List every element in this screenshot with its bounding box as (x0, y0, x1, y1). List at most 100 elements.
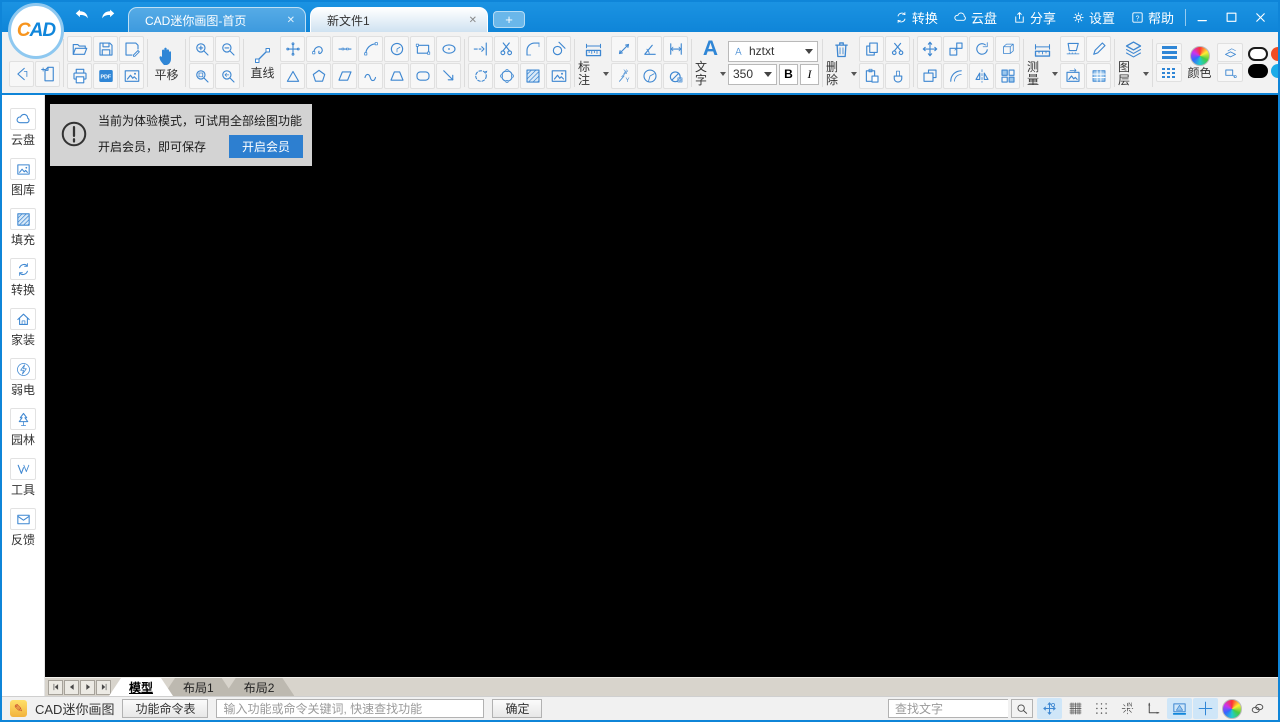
orbit-button[interactable] (995, 36, 1020, 62)
spline-button[interactable] (306, 36, 331, 62)
rectangle-button[interactable] (410, 36, 435, 62)
menu-settings[interactable]: 设置 (1071, 8, 1115, 27)
construction-button[interactable] (332, 36, 357, 62)
layout-tab-layout1[interactable]: 布局1 (163, 678, 234, 696)
scale-button[interactable] (943, 36, 968, 62)
nav-first-button[interactable] (48, 680, 63, 695)
rounded-rect-button[interactable] (410, 63, 435, 89)
erase-tool[interactable]: 删除 (826, 39, 857, 87)
dim-coordinate-button[interactable]: XY (611, 63, 636, 89)
array-button[interactable] (995, 63, 1020, 89)
search-button[interactable] (1011, 699, 1033, 718)
line-tool[interactable]: 直线 (247, 45, 278, 80)
new-file-button[interactable] (35, 61, 60, 87)
sidebar-item-convert[interactable]: 转换 (10, 258, 36, 298)
grip-circle-button[interactable] (494, 63, 519, 89)
triangle-button[interactable] (280, 63, 305, 89)
dim-aligned-button[interactable] (611, 36, 636, 62)
home-tab[interactable]: CAD迷你画图-首页✕ (128, 7, 306, 32)
layers-tool[interactable]: 图层 (1118, 39, 1149, 87)
sidebar-item-home-design[interactable]: 家装 (10, 308, 36, 348)
paste-button[interactable] (859, 63, 884, 89)
new-tab-button[interactable]: + (493, 11, 525, 28)
dim-linear-button[interactable] (663, 36, 688, 62)
menu-share[interactable]: 分享 (1012, 8, 1056, 27)
folder-open-button[interactable] (67, 36, 92, 62)
image-convert-button[interactable] (1060, 63, 1085, 89)
linewidth-button[interactable] (1156, 43, 1182, 62)
sidebar-item-electric[interactable]: 弱电 (10, 358, 36, 398)
font-size-select[interactable]: 350 (728, 64, 777, 85)
forward-arrow-icon[interactable] (98, 5, 118, 30)
revcloud-button[interactable] (358, 63, 383, 89)
maximize-button[interactable] (1218, 6, 1245, 28)
rotate-button[interactable] (969, 36, 994, 62)
chamfer-button[interactable] (546, 36, 571, 62)
ellipse-button[interactable] (436, 36, 461, 62)
insert-image-button[interactable] (546, 63, 571, 89)
trapezoid-button[interactable] (384, 63, 409, 89)
save-button[interactable] (93, 36, 118, 62)
sidebar-item-garden[interactable]: 园林 (10, 408, 36, 448)
match-layer-button[interactable] (1217, 43, 1243, 62)
image-export-button[interactable] (119, 63, 144, 89)
format-brush-button[interactable] (885, 63, 910, 89)
move-button[interactable] (917, 36, 942, 62)
linetype-button[interactable] (1156, 63, 1182, 82)
sidebar-item-fill[interactable]: 填充 (10, 208, 36, 248)
zoom-in-button[interactable] (189, 36, 214, 62)
nav-prev-button[interactable] (64, 680, 79, 695)
measure-tool[interactable]: 测量 (1027, 39, 1058, 87)
grid-dots-toggle[interactable] (1089, 698, 1114, 719)
color-tool[interactable]: 颜色 (1184, 46, 1215, 80)
pentagon-button[interactable] (306, 63, 331, 89)
nav-last-button[interactable] (96, 680, 111, 695)
layout-tab-model[interactable]: 模型 (109, 678, 173, 696)
hatch-button[interactable] (520, 63, 545, 89)
open-membership-button[interactable]: 开启会员 (229, 135, 303, 158)
zoom-window-button[interactable] (189, 63, 214, 89)
italic-button[interactable]: I (800, 64, 819, 85)
colorwheel-toggle[interactable] (1219, 698, 1244, 719)
color-swatch[interactable] (1271, 64, 1278, 78)
font-select[interactable]: hztxt (728, 41, 818, 62)
close-tab-icon[interactable]: ✕ (469, 15, 477, 26)
find-text-input[interactable] (888, 699, 1008, 718)
print-button[interactable] (67, 63, 92, 89)
dim-diameter-button[interactable] (663, 63, 688, 89)
sidebar-item-cloud-disk[interactable]: 云盘 (10, 108, 36, 148)
layout-tab-layout2[interactable]: 布局2 (224, 678, 295, 696)
copy-button[interactable] (859, 36, 884, 62)
fillet-button[interactable] (520, 36, 545, 62)
back-arrow-icon[interactable] (72, 5, 92, 30)
rect-edit-button[interactable] (917, 63, 942, 89)
app-logo[interactable]: CAD (8, 3, 64, 59)
text-tool[interactable]: A文字 (695, 38, 726, 87)
node-box-button[interactable] (1217, 63, 1243, 82)
drawing-canvas[interactable]: 当前为体验模式，可试用全部绘图功能 开启会员，即可保存 开启会员 (45, 95, 1278, 677)
menu-help[interactable]: ?帮助 (1130, 8, 1174, 27)
zoom-back-button[interactable] (215, 63, 240, 89)
dim-radius-button[interactable] (637, 63, 662, 89)
dimension-tool[interactable]: 标注 (578, 39, 609, 87)
polar-toggle[interactable]: N (1115, 698, 1140, 719)
sidebar-item-gallery[interactable]: 图库 (10, 158, 36, 198)
document-tab[interactable]: 新文件1✕ (310, 7, 488, 32)
nav-next-button[interactable] (80, 680, 95, 695)
rotate-object-button[interactable] (468, 63, 493, 89)
osnap-toggle[interactable] (1037, 698, 1062, 719)
parallelogram-button[interactable] (332, 63, 357, 89)
bold-button[interactable]: B (779, 64, 798, 85)
dim-angular-button[interactable] (637, 36, 662, 62)
color-swatch[interactable] (1271, 47, 1278, 61)
pencil-button[interactable] (1086, 36, 1111, 62)
arc-button[interactable] (358, 36, 383, 62)
crosshair-toggle[interactable] (1193, 698, 1218, 719)
circle-button[interactable] (384, 36, 409, 62)
area-measure-button[interactable] (1060, 36, 1085, 62)
confirm-button[interactable]: 确定 (492, 699, 542, 718)
menu-convert[interactable]: 转换 (894, 8, 938, 27)
extend-button[interactable] (468, 36, 493, 62)
command-list-button[interactable]: 功能命令表 (122, 699, 208, 718)
mirror-button[interactable] (969, 63, 994, 89)
